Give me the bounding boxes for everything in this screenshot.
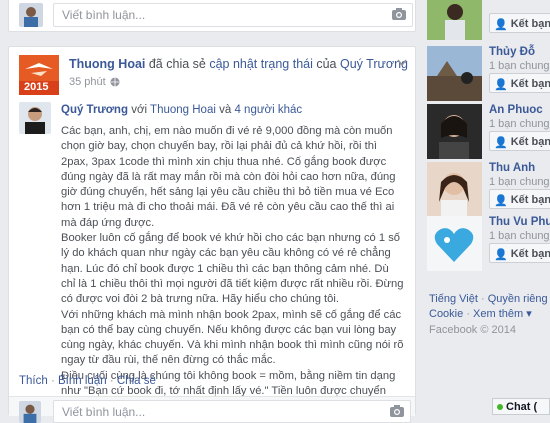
add-friend-icon: 👤 bbox=[494, 18, 508, 31]
body-paragraph: Booker luôn cố gắng để book vé khứ hồi c… bbox=[61, 232, 404, 306]
add-friend-icon: 👤 bbox=[494, 248, 508, 261]
language-link[interactable]: Tiếng Việt bbox=[429, 293, 478, 305]
add-friend-icon: 👤 bbox=[494, 194, 508, 207]
add-friend-button[interactable]: 👤 Kết bạn bbox=[489, 189, 550, 209]
post-author-link[interactable]: Thuong Hoai bbox=[69, 57, 145, 71]
post-comment-composer: Viết bình luận... bbox=[9, 397, 415, 423]
comment-input[interactable]: Viết bình luận... bbox=[53, 3, 413, 27]
suggestion-photo[interactable] bbox=[427, 104, 482, 159]
copyright-text: Facebook © 2014 bbox=[429, 324, 516, 336]
separator: · bbox=[109, 375, 114, 387]
separator: · bbox=[50, 375, 55, 387]
globe-icon bbox=[110, 77, 120, 87]
page-footer: Tiếng Việt · Quyền riêng Cookie · Xem th… bbox=[429, 292, 548, 338]
suggestion-photo[interactable] bbox=[427, 216, 482, 271]
shared-author-avatar[interactable] bbox=[19, 102, 51, 134]
add-friend-label: Kết bạn bbox=[510, 136, 550, 148]
tagged-link[interactable]: Thuong Hoai bbox=[150, 104, 216, 116]
see-more-link[interactable]: Xem thêm bbox=[473, 308, 523, 320]
avatar bbox=[19, 401, 41, 423]
shared-header: Quý Trương với Thuong Hoai và 4 người kh… bbox=[61, 104, 302, 116]
time-text: 35 phút bbox=[69, 76, 106, 88]
camera-icon[interactable] bbox=[390, 405, 404, 417]
shared-author-link[interactable]: Quý Trương bbox=[61, 104, 128, 116]
chevron-down-icon[interactable] bbox=[397, 59, 407, 67]
suggestion-item: An Phuoc 1 bạn chung 👤 Kết bạn bbox=[427, 104, 550, 170]
caret-down-icon[interactable]: ▾ bbox=[526, 308, 532, 320]
page-avatar[interactable]: 2015 bbox=[19, 55, 59, 95]
friend-suggestions: 👤 Kết bạn Thủy Đỗ 1 bạn chung 👤 Kết bạn bbox=[427, 0, 550, 415]
comment-input[interactable]: Viết bình luận... bbox=[53, 400, 411, 423]
add-friend-label: Kết bạn bbox=[510, 194, 550, 206]
suggestion-name[interactable]: Thủy Đỗ bbox=[489, 46, 535, 58]
suggestion-photo[interactable] bbox=[427, 162, 482, 217]
comment-composer-top: Viết bình luận... bbox=[8, 0, 416, 32]
add-friend-label: Kết bạn bbox=[510, 248, 550, 260]
mutual-friends: 1 bạn chung bbox=[489, 60, 550, 72]
share-link[interactable]: Chia sẻ bbox=[117, 375, 156, 387]
add-friend-label: Kết bạn bbox=[510, 18, 550, 30]
shared-body: Các bạn, anh, chị, em nào muốn đi vé rẻ … bbox=[61, 124, 406, 415]
add-friend-button[interactable]: 👤 Kết bạn bbox=[489, 243, 550, 263]
add-friend-icon: 👤 bbox=[494, 78, 508, 91]
separator: · bbox=[466, 308, 470, 320]
add-friend-button[interactable]: 👤 Kết bạn bbox=[489, 73, 550, 93]
suggestion-photo[interactable] bbox=[427, 0, 482, 40]
commenter-avatar bbox=[19, 3, 43, 27]
comment-link[interactable]: Bình luận bbox=[58, 375, 107, 387]
add-friend-label: Kết bạn bbox=[510, 78, 550, 90]
suggestion-name[interactable]: Thu Anh bbox=[489, 162, 535, 174]
suggestion-name[interactable]: An Phuoc bbox=[489, 104, 543, 116]
suggestion-item: Thủy Đỗ 1 bạn chung 👤 Kết bạn bbox=[427, 46, 550, 112]
post-title: Thuong Hoai đã chia sẻ cập nhật trạng th… bbox=[69, 57, 408, 71]
suggestion-item: Thu Vu Phuo 1 bạn chung 👤 Kết bạn bbox=[427, 216, 550, 282]
mutual-friends: 1 bạn chung bbox=[489, 230, 550, 242]
add-friend-button[interactable]: 👤 Kết bạn bbox=[489, 13, 550, 33]
with-text: với bbox=[131, 104, 148, 116]
post-timestamp[interactable]: 35 phút bbox=[69, 76, 120, 88]
suggestion-name[interactable]: Thu Vu Phuo bbox=[489, 216, 550, 228]
status-update-link[interactable]: cập nhật trạng thái bbox=[209, 57, 313, 71]
suggestion-photo[interactable] bbox=[427, 46, 482, 101]
camera-icon[interactable] bbox=[392, 8, 406, 20]
cookie-link[interactable]: Cookie bbox=[429, 308, 463, 320]
news-feed: Viết bình luận... 2015 Thuong Hoai đã ch… bbox=[0, 0, 419, 423]
action-text: đã chia sẻ bbox=[148, 57, 206, 71]
mutual-friends: 1 bạn chung bbox=[489, 118, 550, 130]
page-logo-text: 2015 bbox=[24, 81, 49, 93]
separator: · bbox=[480, 293, 485, 305]
like-link[interactable]: Thích bbox=[19, 375, 48, 387]
add-friend-button[interactable]: 👤 Kết bạn bbox=[489, 131, 550, 151]
avatar bbox=[19, 3, 43, 27]
chat-tab[interactable]: Chat ( bbox=[492, 398, 550, 415]
others-link[interactable]: 4 người khác bbox=[234, 104, 302, 116]
privacy-link[interactable]: Quyền riêng bbox=[488, 293, 548, 305]
of-text: của bbox=[316, 57, 337, 71]
post-actions: Thích · Bình luận · Chia sẻ bbox=[19, 375, 156, 387]
add-friend-icon: 👤 bbox=[494, 136, 508, 149]
body-paragraph: Với những khách mà mình nhận book 2pax, … bbox=[61, 308, 404, 367]
comment-placeholder: Viết bình luận... bbox=[62, 8, 146, 22]
online-status-icon bbox=[497, 403, 503, 410]
feed-post: 2015 Thuong Hoai đã chia sẻ cập nhật trạ… bbox=[8, 46, 416, 423]
post-header: 2015 Thuong Hoai đã chia sẻ cập nhật trạ… bbox=[19, 55, 409, 95]
chat-label: Chat ( bbox=[506, 400, 538, 413]
and-text: và bbox=[219, 104, 232, 116]
mutual-friends: 1 bạn chung bbox=[489, 176, 550, 188]
comment-placeholder: Viết bình luận... bbox=[62, 405, 146, 419]
body-paragraph: Các bạn, anh, chị, em nào muốn đi vé rẻ … bbox=[61, 125, 396, 229]
